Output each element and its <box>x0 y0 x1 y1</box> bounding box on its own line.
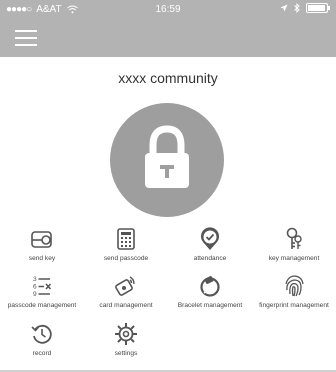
numbered-list-icon: 3 6 9 <box>33 276 52 298</box>
status-bar: ●●●●○ A&AT 16:59 <box>0 0 336 18</box>
key-management-button[interactable]: key management <box>252 226 336 263</box>
battery-icon <box>306 3 330 13</box>
send-key-icon <box>31 231 52 248</box>
top-bar: ●●●●○ A&AT 16:59 <box>0 0 336 57</box>
settings-label: settings <box>114 350 138 357</box>
bracelet-management-label: Bracelet management <box>177 302 243 309</box>
key-management-label: key management <box>268 255 320 262</box>
send-passcode-button[interactable]: send passcode <box>84 226 168 263</box>
fingerprint-icon <box>285 275 304 297</box>
settings-button[interactable]: settings <box>84 321 168 358</box>
passcode-management-button[interactable]: 3 6 9 passcode management <box>0 273 84 310</box>
bluetooth-icon <box>294 3 300 13</box>
nfc-card-icon <box>115 276 135 296</box>
check-badge-icon <box>201 227 219 250</box>
community-title: xxxx community <box>118 70 218 86</box>
bracelet-icon <box>200 276 220 297</box>
status-right <box>280 3 330 13</box>
hamburger-menu-icon[interactable] <box>15 28 37 48</box>
fingerprint-management-button[interactable]: fingerprint management <box>252 273 336 310</box>
svg-text:9: 9 <box>33 291 37 298</box>
keys-icon <box>286 227 302 249</box>
record-label: record <box>32 350 52 357</box>
send-passcode-label: send passcode <box>103 255 149 262</box>
settings-gear-icon <box>115 323 137 345</box>
history-icon <box>31 324 52 344</box>
bracelet-management-button[interactable]: Bracelet management <box>168 273 252 310</box>
send-key-label: send key <box>28 255 56 262</box>
passcode-management-label: passcode management <box>7 302 77 309</box>
fingerprint-management-label: fingerprint management <box>259 302 329 309</box>
attendance-button[interactable]: attendance <box>168 226 252 263</box>
app-screen: ●●●●○ A&AT 16:59 xxxx community send key… <box>0 0 336 372</box>
svg-text:6: 6 <box>33 284 37 291</box>
card-management-label: card management <box>99 302 153 309</box>
attendance-label: attendance <box>193 255 227 262</box>
location-arrow-icon <box>280 4 288 12</box>
card-management-button[interactable]: card management <box>84 273 168 310</box>
record-button[interactable]: record <box>0 321 84 358</box>
svg-text:3: 3 <box>33 276 37 283</box>
lock-icon <box>145 125 189 188</box>
send-key-button[interactable]: send key <box>0 226 84 263</box>
keypad-icon <box>117 228 135 250</box>
unlock-button[interactable] <box>110 103 224 217</box>
